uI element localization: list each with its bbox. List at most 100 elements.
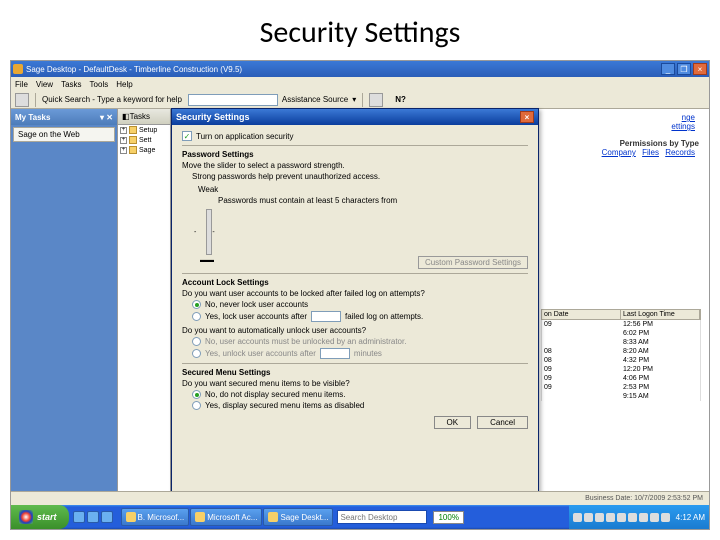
table-row[interactable]: 084:32 PM <box>541 356 701 365</box>
slide-title: Security Settings <box>0 0 720 57</box>
tray-icon[interactable] <box>606 513 615 522</box>
turn-on-security-checkbox[interactable]: ✓ <box>182 131 192 141</box>
lock-no-radio[interactable] <box>192 300 201 309</box>
chevron-down-icon[interactable]: ▾ ✕ <box>100 113 113 122</box>
chevron-down-icon[interactable]: ▾ <box>352 95 356 104</box>
ok-button[interactable]: OK <box>434 416 472 429</box>
table-row[interactable]: 0912:56 PM <box>541 320 701 329</box>
table-row[interactable]: 6:02 PM <box>541 329 701 338</box>
tray-icon[interactable] <box>584 513 593 522</box>
tree-item[interactable]: +Sage <box>118 145 170 155</box>
slider-weak-label: Weak <box>198 185 528 194</box>
maximize-button[interactable]: ❐ <box>677 63 691 75</box>
quicksearch-label: Quick Search - Type a keyword for help <box>42 95 182 104</box>
table-row[interactable]: 8:33 AM <box>541 338 701 347</box>
folder-icon <box>129 136 137 144</box>
table-row[interactable]: 0912:20 PM <box>541 365 701 374</box>
quicksearch-input[interactable] <box>188 94 278 106</box>
quicklaunch-icon[interactable] <box>87 511 99 523</box>
tray-icon[interactable] <box>661 513 670 522</box>
perm-records[interactable]: Records <box>665 148 695 157</box>
start-button[interactable]: start <box>11 505 69 529</box>
tasks-tab[interactable]: ◧ Tasks <box>118 109 170 125</box>
password-strength-slider[interactable]: Weak Passwords must contain at least 5 c… <box>198 185 528 264</box>
unlock-yes-radio[interactable] <box>192 349 201 358</box>
permissions-header: Permissions by Type <box>602 139 699 148</box>
logon-table: on Date Last Logon Time 0912:56 PM 6:02 … <box>541 309 701 401</box>
menu-question: Do you want secured menu items to be vis… <box>182 379 528 388</box>
tray-icon[interactable] <box>650 513 659 522</box>
tray-icon[interactable] <box>617 513 626 522</box>
toolbar-web-icon[interactable] <box>15 93 29 107</box>
right-links: nge ettings Permissions by Type Company … <box>602 113 699 157</box>
folder-icon <box>129 146 137 154</box>
tray-icon[interactable] <box>573 513 582 522</box>
menu-tools[interactable]: Tools <box>90 80 109 89</box>
app-icon <box>195 512 205 522</box>
system-tray: 4:12 AM <box>569 505 709 529</box>
link-change[interactable]: nge <box>682 113 695 122</box>
table-row[interactable]: 088:20 AM <box>541 347 701 356</box>
statusbar: Business Date: 10/7/2009 2:53:52 PM <box>11 491 709 505</box>
assistance-dropdown[interactable]: Assistance Source <box>282 95 348 104</box>
toolbar-print-icon[interactable] <box>369 93 383 107</box>
close-button[interactable]: × <box>693 63 707 75</box>
perm-files[interactable]: Files <box>642 148 659 157</box>
desktop-search-input[interactable] <box>337 510 427 524</box>
zoom-indicator[interactable]: 100% <box>433 511 463 524</box>
menu-tasks[interactable]: Tasks <box>61 80 81 89</box>
quicklaunch-icon[interactable] <box>101 511 113 523</box>
security-settings-dialog: Security Settings × ✓ Turn on applicatio… <box>171 108 539 508</box>
dialog-title: Security Settings <box>176 112 250 122</box>
col-time[interactable]: Last Logon Time <box>621 310 700 319</box>
table-row[interactable]: 9:15 AM <box>541 392 701 401</box>
password-strong-note: Strong passwords help prevent unauthoriz… <box>192 172 528 181</box>
help-icon[interactable]: N? <box>395 95 406 104</box>
taskbar-app[interactable]: Microsoft Ac... <box>190 508 262 526</box>
desktop-search[interactable] <box>337 510 427 524</box>
tray-icon[interactable] <box>595 513 604 522</box>
secured-menu-header: Secured Menu Settings <box>182 368 528 377</box>
perm-company[interactable]: Company <box>602 148 636 157</box>
custom-password-button[interactable]: Custom Password Settings <box>418 256 528 269</box>
unlock-yes-tail: minutes <box>354 349 382 358</box>
menu-yes-radio[interactable] <box>192 401 201 410</box>
dialog-close-button[interactable]: × <box>520 111 534 123</box>
mytasks-header[interactable]: My Tasks ▾ ✕ <box>11 109 117 125</box>
sage-on-web-link[interactable]: Sage on the Web <box>13 127 115 142</box>
lock-no-label: No, never lock user accounts <box>205 300 308 309</box>
unlock-no-radio[interactable] <box>192 337 201 346</box>
menu-no-radio[interactable] <box>192 390 201 399</box>
link-settings[interactable]: ettings <box>671 122 695 131</box>
windows-logo-icon <box>19 510 33 524</box>
tree-item[interactable]: +Setup <box>118 125 170 135</box>
dialog-titlebar[interactable]: Security Settings × <box>172 109 538 125</box>
taskbar-app[interactable]: Sage Deskt... <box>263 508 333 526</box>
lock-yes-radio[interactable] <box>192 312 201 321</box>
menu-file[interactable]: File <box>15 80 28 89</box>
tree-item[interactable]: +Sett <box>118 135 170 145</box>
cancel-button[interactable]: Cancel <box>477 416 528 429</box>
taskbar: start B. Microsof... Microsoft Ac... Sag… <box>11 505 709 529</box>
screenshot-frame: Sage Desktop - DefaultDesk - Timberline … <box>10 60 710 530</box>
menu-view[interactable]: View <box>36 80 53 89</box>
col-date[interactable]: on Date <box>542 310 621 319</box>
unlock-no-label: No, user accounts must be unlocked by an… <box>205 337 406 346</box>
lock-attempts-input[interactable] <box>311 311 341 322</box>
folder-icon <box>129 126 137 134</box>
tray-icon[interactable] <box>639 513 648 522</box>
menu-help[interactable]: Help <box>116 80 132 89</box>
app-icon <box>13 64 23 74</box>
tray-icon[interactable] <box>628 513 637 522</box>
app-title: Sage Desktop - DefaultDesk - Timberline … <box>26 65 242 74</box>
taskbar-app[interactable]: B. Microsof... <box>121 508 190 526</box>
quicklaunch-icon[interactable] <box>73 511 85 523</box>
table-row[interactable]: 092:53 PM <box>541 383 701 392</box>
lock-yes-label: Yes, lock user accounts after <box>205 312 307 321</box>
unlock-minutes-input[interactable] <box>320 348 350 359</box>
table-row[interactable]: 094:06 PM <box>541 374 701 383</box>
clock[interactable]: 4:12 AM <box>676 513 705 522</box>
minimize-button[interactable]: _ <box>661 63 675 75</box>
toolbar: Quick Search - Type a keyword for help A… <box>11 91 709 109</box>
menubar: File View Tasks Tools Help <box>11 77 709 91</box>
